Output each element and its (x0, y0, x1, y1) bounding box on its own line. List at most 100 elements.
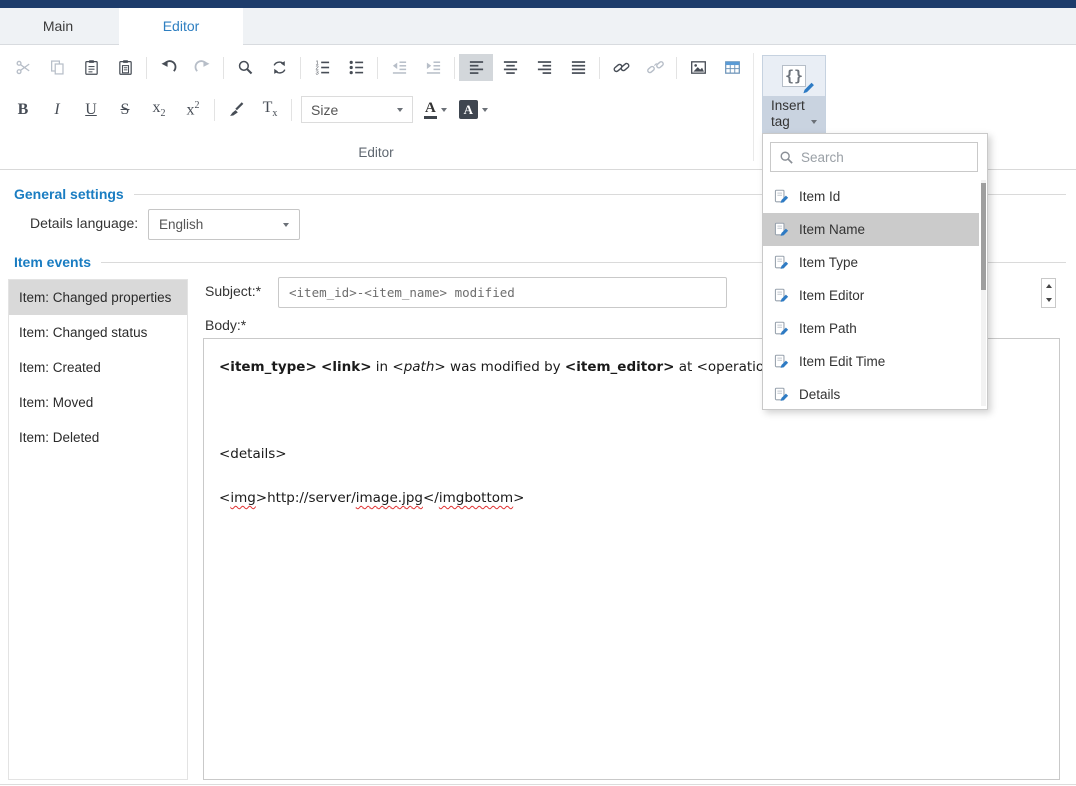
paste-from-word-button[interactable] (108, 54, 142, 81)
toolbar-divider (146, 57, 147, 79)
tag-page-icon (774, 222, 790, 238)
general-settings-heading: General settings (14, 186, 124, 202)
tag-item-details[interactable]: Details (763, 378, 979, 411)
tag-item-item-edit-time[interactable]: Item Edit Time (763, 345, 979, 378)
tag-item-list: Item Id Item Name Item Type Item Editor … (763, 180, 979, 411)
insert-tag-label-area: Insert tag (763, 96, 825, 133)
align-left-icon (468, 59, 485, 76)
title-strip (0, 0, 1076, 8)
cut-button (6, 54, 40, 81)
event-list: Item: Changed properties Item: Changed s… (8, 279, 188, 780)
font-size-combobox[interactable]: Size (301, 96, 413, 123)
remove-format-button[interactable]: Tx (253, 96, 287, 123)
underline-button[interactable]: U (74, 96, 108, 123)
tab-editor[interactable]: Editor (119, 8, 243, 46)
text-color-button[interactable]: A (418, 96, 453, 123)
strikethrough-button[interactable]: S (108, 96, 142, 123)
tag-page-icon (774, 321, 790, 337)
copy-button (40, 54, 74, 81)
number-spinner[interactable] (1041, 278, 1056, 308)
justify-button[interactable] (561, 54, 595, 81)
increase-indent-button (416, 54, 450, 81)
link-button[interactable] (604, 54, 638, 81)
pencil-icon (800, 78, 817, 95)
event-item-moved[interactable]: Item: Moved (9, 385, 187, 420)
up-arrow-icon (1046, 284, 1052, 288)
bullet-list-icon (348, 59, 365, 76)
spinner-down-button[interactable] (1042, 293, 1055, 307)
tag-item-label: Item Path (799, 321, 857, 336)
align-right-button[interactable] (527, 54, 561, 81)
subject-input[interactable] (278, 277, 727, 308)
undo-button[interactable] (151, 54, 185, 81)
unlink-icon (647, 59, 664, 76)
toolbar-divider (377, 57, 378, 79)
superscript-button[interactable]: x2 (176, 96, 210, 123)
bold-label: B (18, 102, 29, 118)
details-language-select[interactable]: English (148, 209, 300, 240)
align-left-button[interactable] (459, 54, 493, 81)
toolbar-row-1: 123 (6, 54, 749, 81)
app-window: Main Editor (0, 0, 1076, 786)
subscript-button[interactable]: x2 (142, 96, 176, 123)
tag-item-label: Item Editor (799, 288, 864, 303)
redo-icon (194, 59, 211, 76)
down-arrow-icon (1046, 298, 1052, 302)
text-color-icon: A (424, 100, 437, 120)
chevron-down-icon (811, 120, 817, 124)
increase-indent-icon (425, 59, 442, 76)
bullet-list-button[interactable] (339, 54, 373, 81)
body-line-1: <item_type> <link> in <path> was modifie… (219, 359, 802, 375)
ribbon-tabbar: Main Editor (0, 8, 1076, 45)
tag-page-icon (774, 189, 790, 205)
event-item-changed-status[interactable]: Item: Changed status (9, 315, 187, 350)
search-box (770, 142, 978, 172)
copy-icon (49, 59, 66, 76)
dropdown-scrollbar[interactable] (981, 180, 986, 406)
cut-icon (15, 59, 32, 76)
insert-tag-label: Insert tag (771, 98, 805, 129)
paste-button[interactable] (74, 54, 108, 81)
redo-button (185, 54, 219, 81)
background-color-button[interactable]: A (453, 96, 494, 123)
superscript-label: x2 (187, 101, 200, 118)
tag-search-input[interactable] (801, 150, 969, 165)
image-icon (690, 59, 707, 76)
chevron-down-icon (397, 108, 403, 112)
event-item-created[interactable]: Item: Created (9, 350, 187, 385)
tab-main[interactable]: Main (0, 8, 116, 44)
toolbar-divider (454, 57, 455, 79)
tag-item-item-name[interactable]: Item Name (763, 213, 979, 246)
format-brush-button[interactable] (219, 96, 253, 123)
tag-item-item-path[interactable]: Item Path (763, 312, 979, 345)
table-button[interactable] (715, 54, 749, 81)
insert-tag-button[interactable]: {} Insert tag (762, 55, 826, 134)
italic-button[interactable]: I (40, 96, 74, 123)
details-language-value: English (159, 217, 203, 232)
bold-button[interactable]: B (6, 96, 40, 123)
details-language-label: Details language: (30, 215, 138, 231)
numbered-list-button[interactable]: 123 (305, 54, 339, 81)
replace-button[interactable] (262, 54, 296, 81)
image-button[interactable] (681, 54, 715, 81)
tag-item-item-editor[interactable]: Item Editor (763, 279, 979, 312)
subject-label: Subject:* (205, 283, 261, 299)
tag-page-icon (774, 387, 790, 403)
find-button[interactable] (228, 54, 262, 81)
spinner-up-button[interactable] (1042, 279, 1055, 293)
event-item-deleted[interactable]: Item: Deleted (9, 420, 187, 455)
tag-item-label: Item Name (799, 222, 865, 237)
dropdown-scrollbar-thumb[interactable] (981, 183, 986, 290)
event-item-changed-properties[interactable]: Item: Changed properties (9, 280, 187, 315)
tag-item-item-type[interactable]: Item Type (763, 246, 979, 279)
toolbar-divider (599, 57, 600, 79)
tag-page-icon (774, 288, 790, 304)
tag-item-item-id[interactable]: Item Id (763, 180, 979, 213)
toolbar-divider (214, 99, 215, 121)
body-label: Body:* (205, 317, 246, 333)
decrease-indent-icon (391, 59, 408, 76)
tag-page-icon (774, 354, 790, 370)
align-center-button[interactable] (493, 54, 527, 81)
decrease-indent-button (382, 54, 416, 81)
justify-icon (570, 59, 587, 76)
